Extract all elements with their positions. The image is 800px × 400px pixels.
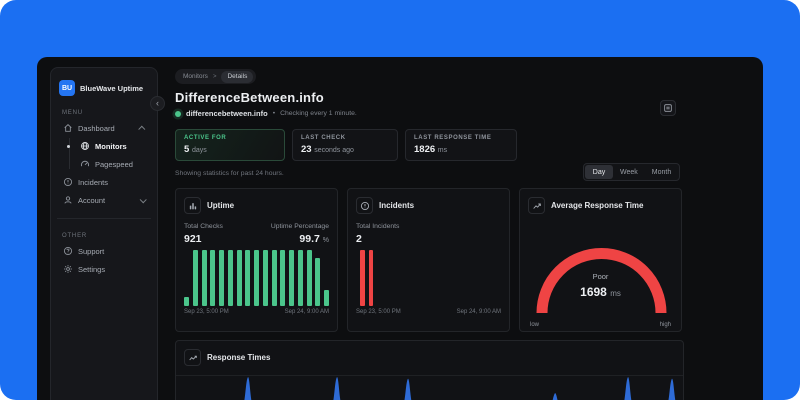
sidebar-item-monitors[interactable]: Monitors xyxy=(67,138,149,154)
last-check-label: LAST CHECK xyxy=(301,135,346,141)
avg-response-card-title: Average Response Time xyxy=(551,201,644,210)
breadcrumb-current[interactable]: Details xyxy=(221,70,254,83)
sidebar-divider xyxy=(57,218,151,219)
uptime-x-start: Sep 23, 5:00 PM xyxy=(184,308,229,315)
incidents-x-end: Sep 24, 9:00 AM xyxy=(456,308,501,315)
sidebar-item-label: Pagespeed xyxy=(95,159,133,169)
stats-note: Showing statistics for past 24 hours. xyxy=(175,170,284,177)
last-response-card: LAST RESPONSE TIME 1826 ms xyxy=(405,129,517,161)
help-circle-icon xyxy=(63,246,73,256)
monitor-status-row: differencebetween.info • Checking every … xyxy=(175,109,357,118)
last-check-card: LAST CHECK 23 seconds ago xyxy=(292,129,398,161)
range-toggle-month[interactable]: Month xyxy=(645,165,678,179)
page-title: DifferenceBetween.info xyxy=(175,90,324,105)
last-response-unit: ms xyxy=(437,147,448,154)
brand-logo: BU xyxy=(59,80,75,96)
status-bullet: • xyxy=(272,110,276,117)
status-cards-row: ACTIVE FOR 5 days LAST CHECK 23 seconds … xyxy=(175,129,517,161)
uptime-percentage-metric: Uptime Percentage 99.7 % xyxy=(270,223,329,245)
sidebar-item-label: Settings xyxy=(78,264,106,274)
sidebar-item-label: Account xyxy=(78,195,106,205)
breadcrumb[interactable]: Monitors > Details xyxy=(175,69,257,84)
configure-gear-icon xyxy=(663,103,673,113)
incidents-bar-chart xyxy=(356,249,501,306)
stat-cards-row: Uptime Total Checks 921 Uptime Percentag… xyxy=(175,188,682,332)
user-icon xyxy=(63,195,73,205)
range-toggle-week[interactable]: Week xyxy=(613,165,645,179)
incidents-card: Incidents Total Incidents 2 Sep 23, 5:00… xyxy=(347,188,510,332)
sidebar-item-pagespeed[interactable]: Pagespeed xyxy=(76,156,149,172)
other-section-label: OTHER xyxy=(62,233,87,239)
incidents-card-title: Incidents xyxy=(379,201,415,210)
home-icon xyxy=(63,123,73,133)
gauge-value: 1698 xyxy=(580,285,607,299)
uptime-x-end: Sep 24, 9:00 AM xyxy=(284,308,329,315)
last-response-value: 1826 xyxy=(414,144,436,155)
configure-button[interactable] xyxy=(660,100,676,116)
app-window: BU BlueWave Uptime ‹ MENU Dashboard Moni… xyxy=(37,57,763,400)
sidebar-item-settings[interactable]: Settings xyxy=(59,261,149,277)
globe-icon xyxy=(80,141,90,151)
brand-name: BlueWave Uptime xyxy=(80,83,144,93)
line-chart-icon xyxy=(184,349,201,366)
avg-response-card: Average Response Time Poor 1698 ms low h… xyxy=(519,188,682,332)
chevron-up-icon xyxy=(138,125,146,133)
sidebar-item-account[interactable]: Account xyxy=(59,192,149,208)
sidebar-item-support[interactable]: Support xyxy=(59,243,149,259)
range-toggle-day[interactable]: Day xyxy=(585,165,613,179)
chevron-down-icon xyxy=(139,195,147,203)
checking-note: Checking every 1 minute. xyxy=(280,110,357,117)
alert-circle-icon xyxy=(356,197,373,214)
active-for-label: ACTIVE FOR xyxy=(184,135,227,141)
gauge-max-label: high xyxy=(659,322,671,328)
trend-up-icon xyxy=(528,197,545,214)
uptime-card: Uptime Total Checks 921 Uptime Percentag… xyxy=(175,188,338,332)
uptime-bar-chart xyxy=(184,249,329,306)
response-times-title: Response Times xyxy=(207,353,271,362)
active-for-card: ACTIVE FOR 5 days xyxy=(175,129,285,161)
total-incidents-metric: Total Incidents 2 xyxy=(356,223,400,245)
gauge-rating: Poor xyxy=(592,272,609,281)
bar-chart-icon xyxy=(184,197,201,214)
sidebar-collapse-button[interactable]: ‹ xyxy=(150,96,165,111)
sidebar: BU BlueWave Uptime ‹ MENU Dashboard Moni… xyxy=(50,67,165,400)
sidebar-item-label: Support xyxy=(78,246,105,256)
last-response-label: LAST RESPONSE TIME xyxy=(414,135,492,141)
alert-circle-icon xyxy=(63,177,73,187)
response-times-chart xyxy=(176,373,683,400)
response-times-card: Response Times xyxy=(175,340,684,400)
sidebar-item-dashboard[interactable]: Dashboard xyxy=(59,120,149,136)
dashboard-subnav: Monitors Pagespeed xyxy=(67,138,149,172)
gauge-min-label: low xyxy=(530,322,540,328)
uptime-card-title: Uptime xyxy=(207,201,235,210)
sidebar-item-label: Dashboard xyxy=(78,123,115,133)
status-dot xyxy=(175,110,181,117)
sidebar-item-label: Monitors xyxy=(95,141,127,151)
speedometer-icon xyxy=(80,159,90,169)
menu-section-label: MENU xyxy=(62,110,83,116)
gauge-unit: ms xyxy=(610,289,621,298)
gridline xyxy=(176,375,683,376)
total-checks-metric: Total Checks 921 xyxy=(184,223,223,245)
sidebar-item-label: Incidents xyxy=(78,177,109,187)
gear-icon xyxy=(63,264,73,274)
range-toggle: Day Week Month xyxy=(583,163,681,181)
sidebar-item-incidents[interactable]: Incidents xyxy=(59,174,149,190)
last-check-unit: seconds ago xyxy=(314,147,354,154)
last-check-value: 23 xyxy=(301,144,312,155)
monitor-url-link[interactable]: differencebetween.info xyxy=(186,109,268,118)
brand: BU BlueWave Uptime xyxy=(59,80,149,96)
active-for-value: 5 xyxy=(184,144,190,155)
active-for-unit: days xyxy=(191,147,207,154)
incidents-x-start: Sep 23, 5:00 PM xyxy=(356,308,401,315)
breadcrumb-parent[interactable]: Monitors xyxy=(183,73,208,80)
breadcrumb-separator: > xyxy=(212,73,217,80)
